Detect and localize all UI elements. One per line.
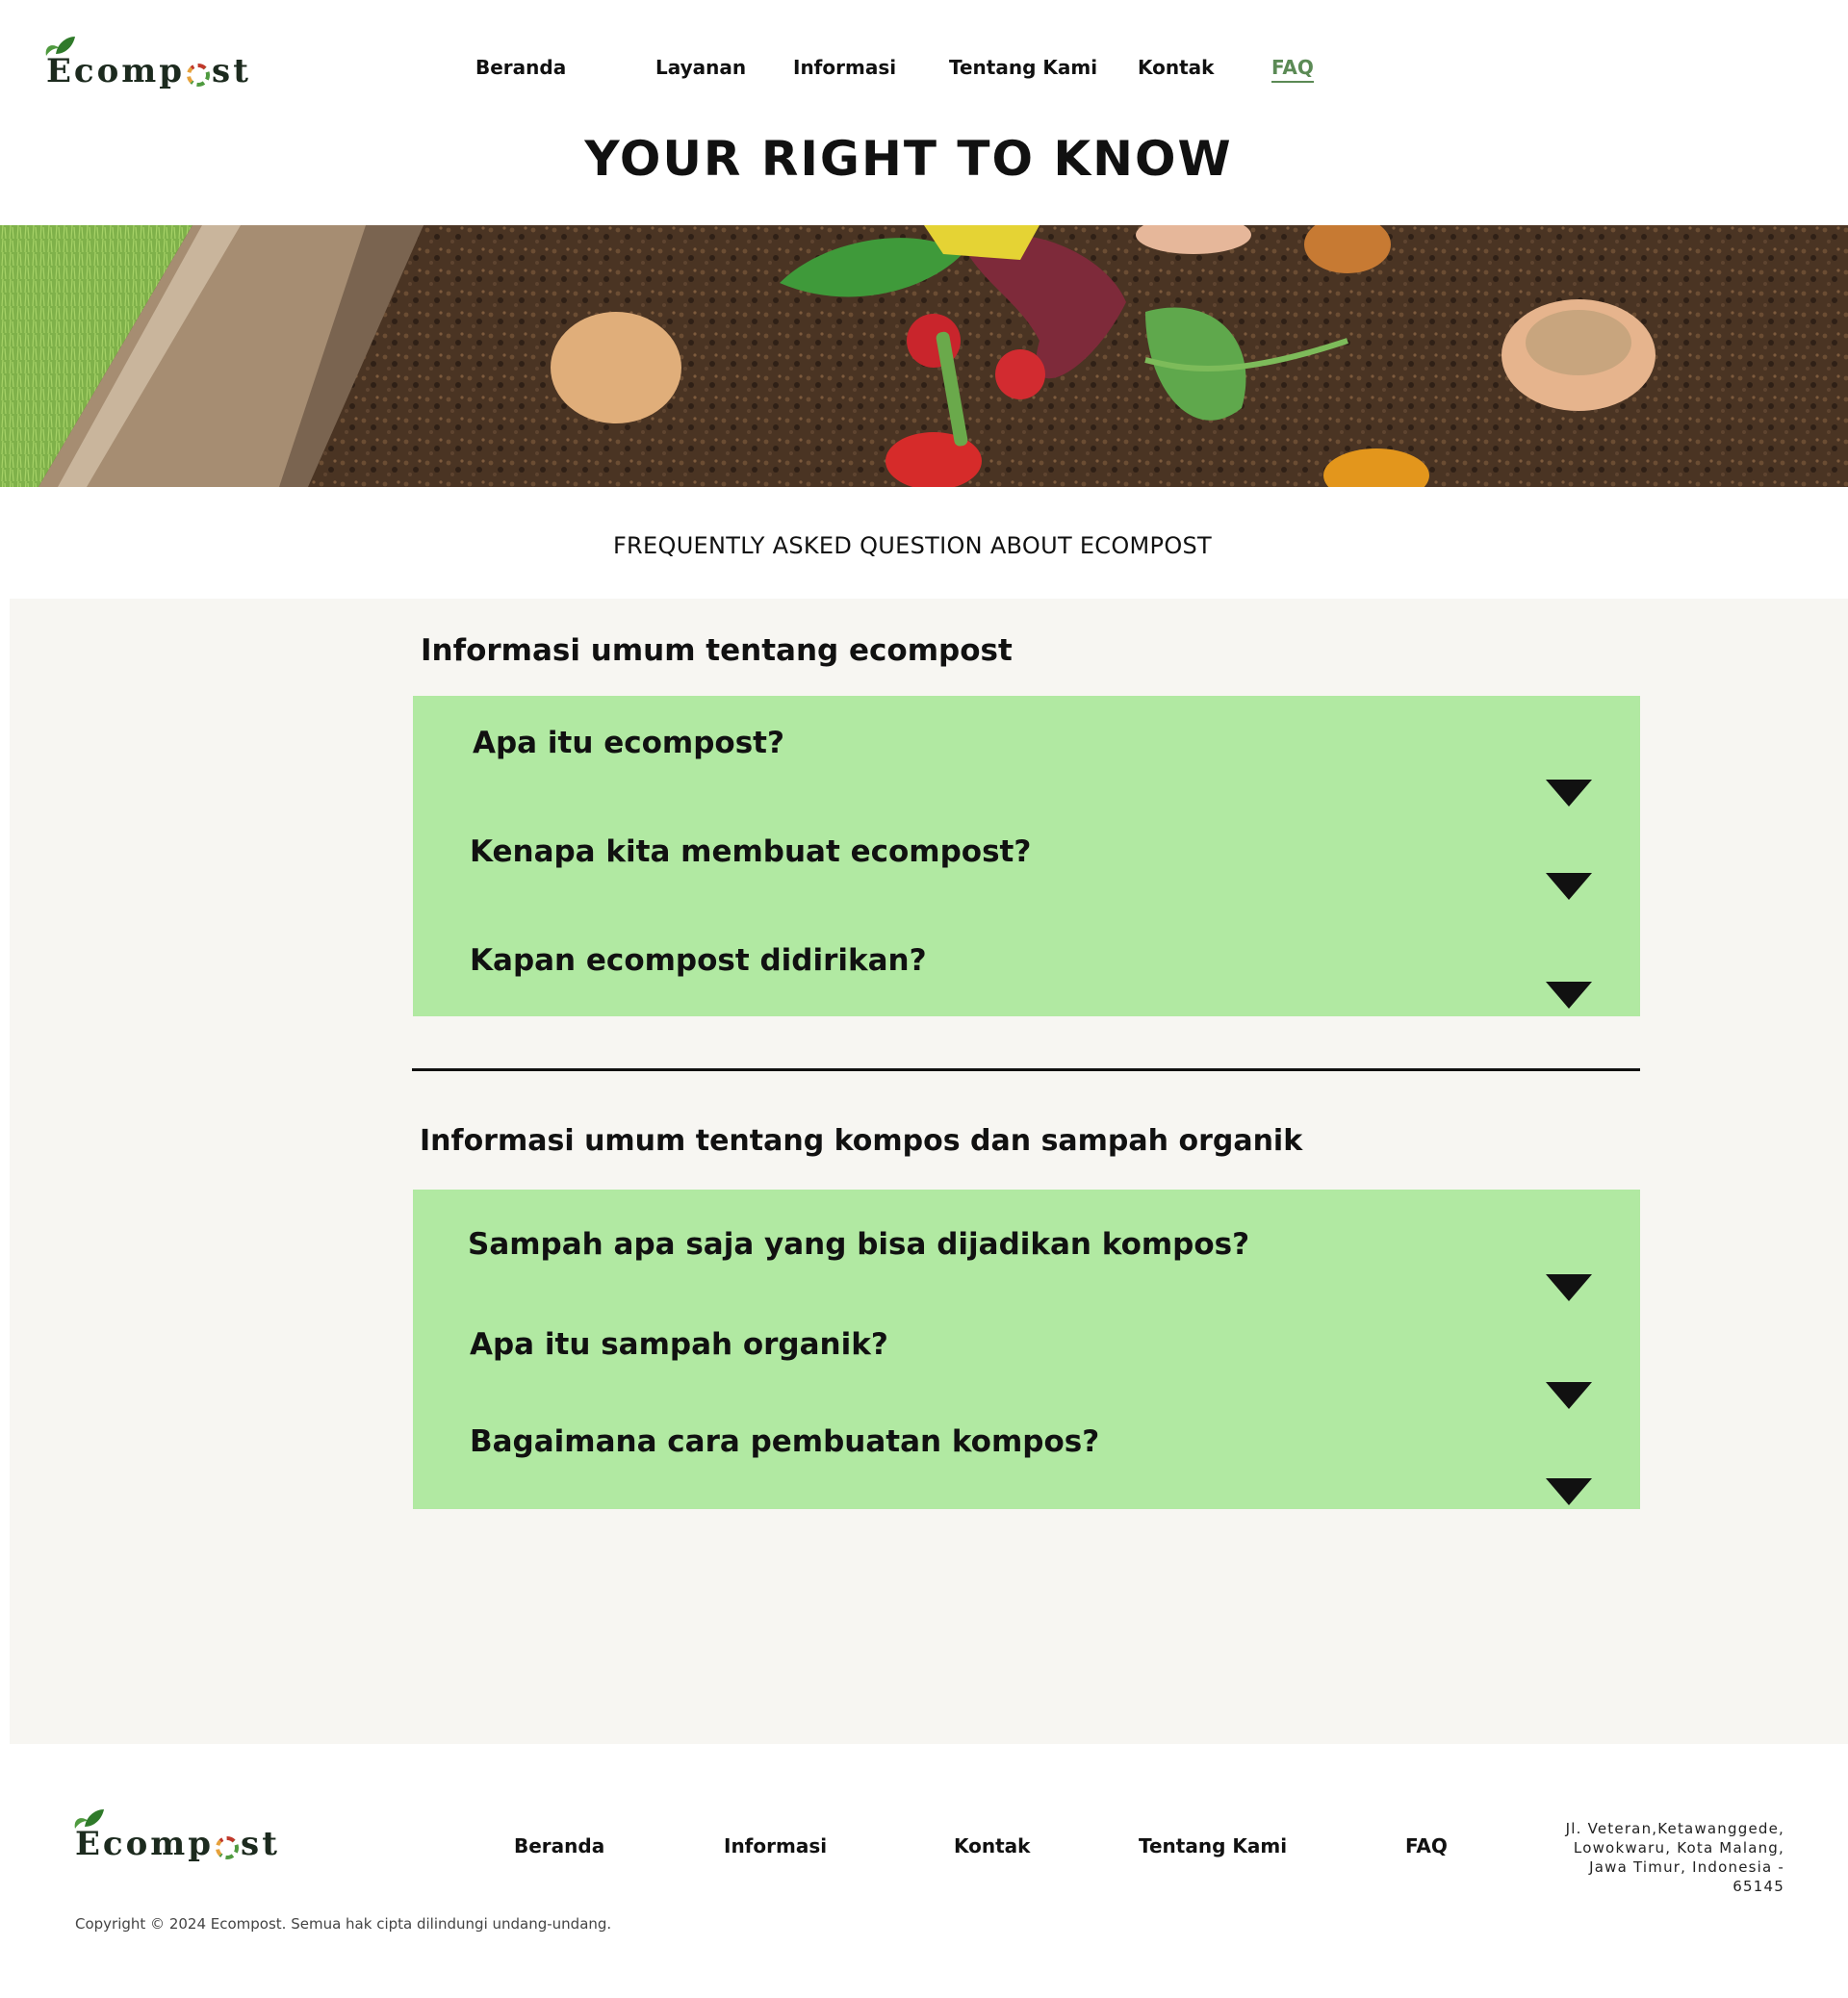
footer-logo[interactable]: Ecomp st [74,1809,280,1863]
nav-layanan[interactable]: Layanan [655,56,746,79]
faq-question: Sampah apa saja yang bisa dijadikan komp… [468,1227,1250,1262]
faq-item[interactable]: Kapan ecompost didirikan? [413,943,1640,1009]
section-divider [412,1068,1640,1071]
faq-question: Kapan ecompost didirikan? [470,943,927,978]
nav-kontak[interactable]: Kontak [1138,56,1214,79]
hero-banner-image [0,225,1848,487]
faq-item[interactable]: Kenapa kita membuat ecompost? [413,834,1640,900]
nav-faq[interactable]: FAQ [1271,56,1314,83]
faq-group-ecompost: Apa itu ecompost? Kenapa kita membuat ec… [413,696,1640,1016]
faq-question: Apa itu ecompost? [473,726,784,760]
address-line: 65145 [1732,1878,1784,1895]
faq-group-kompos: Sampah apa saja yang bisa dijadikan komp… [413,1190,1640,1509]
logo-text-prefix: Ecomp [75,1825,215,1863]
faq-item[interactable]: Apa itu sampah organik? [413,1327,1640,1409]
logo-o-icon [187,64,211,87]
page-title: YOUR RIGHT TO KNOW [584,131,1233,187]
triangle-down-icon[interactable] [1546,780,1592,807]
address-line: Jl. Veteran,Ketawanggede, [1565,1820,1784,1837]
section-title-ecompost: Informasi umum tentang ecompost [421,633,1013,668]
leaf-icon [74,1809,104,1829]
footer-nav-beranda[interactable]: Beranda [514,1834,604,1857]
triangle-down-icon[interactable] [1546,1382,1592,1409]
logo-text-suffix: st [241,1825,280,1863]
triangle-down-icon[interactable] [1546,873,1592,900]
logo-text-suffix: st [212,52,251,90]
footer-copyright: Copyright © 2024 Ecompost. Semua hak cip… [75,1915,612,1933]
logo[interactable]: Ecomp st [45,37,251,90]
faq-item[interactable]: Bagaimana cara pembuatan kompos? [413,1424,1640,1505]
faq-question: Apa itu sampah organik? [470,1327,888,1362]
footer-address: Jl. Veteran,Ketawanggede, Lowokwaru, Kot… [1521,1819,1784,1896]
faq-item[interactable]: Sampah apa saja yang bisa dijadikan komp… [413,1227,1640,1301]
footer-nav-informasi[interactable]: Informasi [724,1834,827,1857]
faq-subtitle: FREQUENTLY ASKED QUESTION ABOUT ECOMPOST [612,532,1213,559]
faq-question: Kenapa kita membuat ecompost? [470,834,1032,869]
section-title-kompos: Informasi umum tentang kompos dan sampah… [420,1124,1303,1158]
leaf-icon [45,37,75,56]
logo-o-icon [216,1836,240,1859]
nav-beranda[interactable]: Beranda [475,56,566,79]
triangle-down-icon[interactable] [1546,1274,1592,1301]
nav-tentang-kami[interactable]: Tentang Kami [949,56,1097,79]
address-line: Lowokwaru, Kota Malang, [1573,1839,1784,1857]
nav-informasi[interactable]: Informasi [793,56,896,79]
faq-item[interactable]: Apa itu ecompost? [413,726,1640,807]
footer-nav-kontak[interactable]: Kontak [954,1834,1030,1857]
faq-question: Bagaimana cara pembuatan kompos? [470,1424,1100,1459]
triangle-down-icon[interactable] [1546,982,1592,1009]
footer-nav-faq[interactable]: FAQ [1405,1834,1448,1857]
footer-nav-tentang-kami[interactable]: Tentang Kami [1139,1834,1287,1857]
logo-text-prefix: Ecomp [46,52,186,90]
address-line: Jawa Timur, Indonesia - [1589,1858,1784,1876]
triangle-down-icon[interactable] [1546,1478,1592,1505]
